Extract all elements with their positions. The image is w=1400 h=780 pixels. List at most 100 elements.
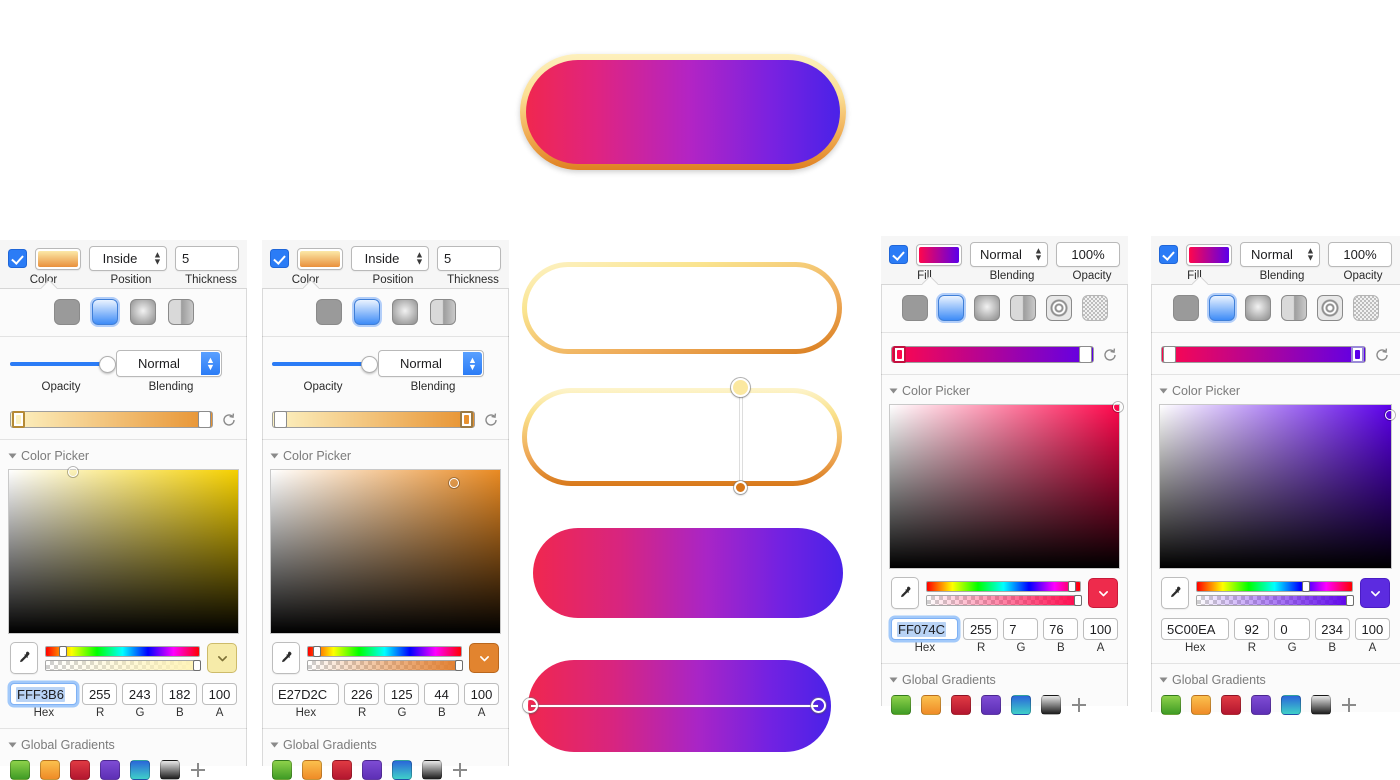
outlined-pill-2[interactable] [522, 388, 842, 486]
reset-icon[interactable] [1374, 347, 1390, 363]
r-field[interactable]: 226 [344, 683, 380, 705]
sv-marker[interactable] [1384, 409, 1395, 420]
global-gradients-section-header[interactable]: Global Gradients [1151, 664, 1400, 693]
alpha-slider[interactable] [926, 594, 1083, 606]
add-gradient-button[interactable] [452, 762, 468, 778]
global-gradient-purple[interactable] [981, 695, 1001, 715]
gradient-stop-handle-end-horizontal[interactable] [811, 698, 826, 713]
global-gradient-black-white[interactable] [160, 760, 180, 780]
r-field[interactable]: 255 [963, 618, 999, 640]
eyedropper-icon[interactable] [1161, 577, 1189, 609]
global-gradient-black-white[interactable] [422, 760, 442, 780]
global-gradient-purple[interactable] [1251, 695, 1271, 715]
global-gradient-green[interactable] [272, 760, 292, 780]
style-solid-button[interactable] [901, 295, 928, 321]
stroke-color-swatch-button[interactable] [35, 247, 81, 270]
saturation-value-field[interactable] [1159, 404, 1395, 569]
color-presets-dropdown-button[interactable] [207, 643, 237, 673]
reset-icon[interactable] [483, 412, 499, 428]
g-field[interactable]: 243 [122, 683, 158, 705]
blending-select[interactable]: Normal ▲ ▼ [378, 350, 484, 377]
hex-field[interactable]: E27D2C [272, 683, 340, 705]
r-field[interactable]: 255 [82, 683, 118, 705]
color-picker-section-header[interactable]: Color Picker [1151, 375, 1400, 404]
fill-enabled-checkbox[interactable] [1159, 245, 1178, 264]
r-field[interactable]: 92 [1234, 618, 1270, 640]
global-gradient-blue-cyan[interactable] [1011, 695, 1031, 715]
style-radial-gradient-button[interactable] [973, 295, 1000, 321]
opacity-field[interactable]: 100% [1056, 242, 1120, 267]
style-linear-gradient-button[interactable] [937, 295, 964, 321]
stroke-thickness-field[interactable]: 5 [175, 246, 239, 271]
hex-field[interactable]: FFF3B6 [10, 683, 78, 705]
global-gradient-red[interactable] [332, 760, 352, 780]
style-angular-gradient-button[interactable] [1280, 295, 1307, 321]
saturation-value-field[interactable] [889, 401, 1123, 569]
global-gradient-green[interactable] [1161, 695, 1181, 715]
blending-select[interactable]: Normal ▲ ▼ [116, 350, 222, 377]
global-gradient-orange[interactable] [40, 760, 60, 780]
g-field[interactable]: 125 [384, 683, 420, 705]
color-picker-section-header[interactable]: Color Picker [0, 440, 247, 469]
add-gradient-button[interactable] [1341, 697, 1357, 713]
stroke-enabled-checkbox[interactable] [270, 249, 289, 268]
sv-marker[interactable] [449, 478, 460, 489]
hue-slider[interactable] [307, 645, 462, 657]
color-presets-dropdown-button[interactable] [469, 643, 499, 673]
style-pattern-button[interactable] [1352, 295, 1379, 321]
reset-icon[interactable] [1102, 347, 1118, 363]
hex-field[interactable]: FF074C [891, 618, 959, 640]
gradient-stop-0[interactable] [274, 411, 287, 428]
opacity-slider[interactable] [10, 356, 116, 373]
color-presets-dropdown-button[interactable] [1088, 578, 1118, 608]
global-gradient-red[interactable] [70, 760, 90, 780]
b-field[interactable]: 182 [162, 683, 198, 705]
gradient-stop-0[interactable] [893, 346, 906, 363]
style-solid-button[interactable] [315, 299, 342, 325]
hex-field[interactable]: 5C00EA [1161, 618, 1230, 640]
style-radial-gradient-button[interactable] [129, 299, 156, 325]
gradient-stop-handle-start-horizontal[interactable] [523, 698, 538, 713]
global-gradient-green[interactable] [10, 760, 30, 780]
color-picker-section-header[interactable]: Color Picker [881, 375, 1128, 404]
global-gradient-orange[interactable] [921, 695, 941, 715]
eyedropper-icon[interactable] [10, 642, 38, 674]
reset-icon[interactable] [221, 412, 237, 428]
stroke-thickness-field[interactable]: 5 [437, 246, 501, 271]
fill-color-swatch-button[interactable] [1186, 243, 1232, 266]
a-field[interactable]: 100 [1083, 618, 1118, 640]
alpha-slider[interactable] [1196, 594, 1355, 606]
global-gradient-orange[interactable] [1191, 695, 1211, 715]
gradient-stop-1[interactable] [460, 411, 473, 428]
blending-select[interactable]: Normal ▲ ▼ [1240, 242, 1320, 267]
gradient-stop-0[interactable] [1163, 346, 1176, 363]
eyedropper-icon[interactable] [272, 642, 300, 674]
alpha-slider[interactable] [307, 659, 464, 671]
global-gradients-section-header[interactable]: Global Gradients [0, 729, 247, 758]
style-linear-gradient-button[interactable] [91, 299, 118, 325]
stroke-position-select[interactable]: Inside ▲ ▼ [351, 246, 429, 271]
style-angular-gradient-button[interactable] [429, 299, 456, 325]
add-gradient-button[interactable] [190, 762, 206, 778]
global-gradient-blue-cyan[interactable] [130, 760, 150, 780]
global-gradient-blue-cyan[interactable] [1281, 695, 1301, 715]
global-gradient-green[interactable] [891, 695, 911, 715]
gradient-stop-0[interactable] [12, 411, 25, 428]
style-pattern-button[interactable] [1081, 295, 1108, 321]
b-field[interactable]: 44 [424, 683, 460, 705]
hero-pill-preview[interactable] [520, 54, 846, 170]
global-gradients-section-header[interactable]: Global Gradients [881, 664, 1128, 693]
style-solid-button[interactable] [53, 299, 80, 325]
gradient-stop-handle-start-vertical[interactable] [731, 378, 750, 397]
a-field[interactable]: 100 [1354, 618, 1390, 640]
eyedropper-icon[interactable] [891, 577, 919, 609]
opacity-slider[interactable] [272, 356, 378, 373]
stroke-position-select[interactable]: Inside ▲ ▼ [89, 246, 167, 271]
hue-slider[interactable] [1196, 580, 1353, 592]
style-noise-button[interactable] [1045, 295, 1072, 321]
style-linear-gradient-button[interactable] [1208, 295, 1235, 321]
hue-slider[interactable] [926, 580, 1081, 592]
saturation-value-field[interactable] [270, 469, 501, 634]
color-presets-dropdown-button[interactable] [1360, 578, 1390, 608]
color-picker-section-header[interactable]: Color Picker [262, 440, 509, 469]
